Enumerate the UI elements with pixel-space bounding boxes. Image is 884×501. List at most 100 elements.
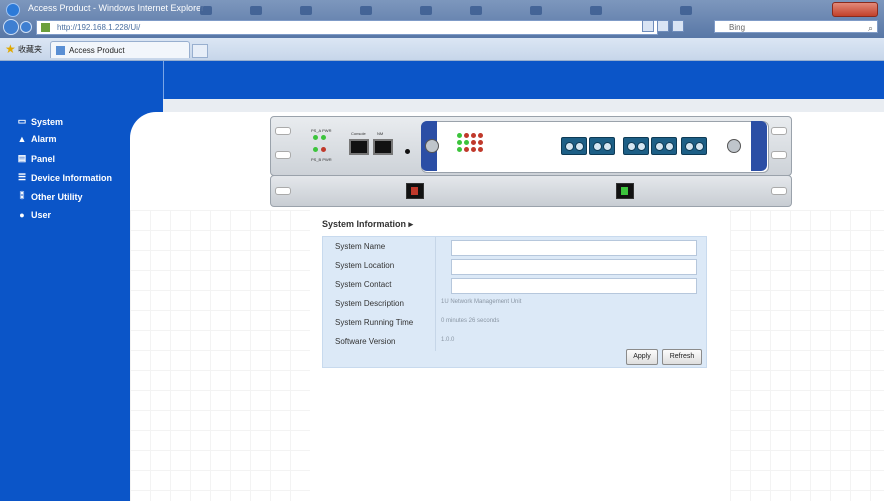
taskbar-icon: [420, 6, 432, 15]
device-front-panel[interactable]: PS_A PWR PS_B PWR Console NM: [270, 116, 792, 176]
field-label: System Description: [335, 299, 404, 308]
ie-logo-icon: [6, 3, 20, 17]
grid-background: [730, 210, 884, 501]
stop-icon[interactable]: [672, 20, 684, 32]
card-screw: [727, 139, 741, 153]
new-tab-button[interactable]: [192, 44, 208, 58]
forward-button[interactable]: [20, 21, 32, 33]
warning-icon: ▲: [17, 134, 27, 144]
card-screw: [425, 139, 439, 153]
device-power-panel[interactable]: [270, 175, 792, 207]
power-led: [321, 135, 326, 140]
software-version-value: 1.0.0: [441, 337, 455, 343]
fiber-port[interactable]: [623, 137, 649, 155]
favorites-star-icon[interactable]: ★: [5, 42, 16, 56]
favorites-label[interactable]: 收藏夹: [18, 44, 42, 55]
search-icon[interactable]: ⌕: [868, 22, 873, 35]
sidebar-item-device-information[interactable]: ☰ Device Information: [16, 172, 112, 183]
form-row: System Contact: [323, 275, 706, 294]
rack-ear: [771, 187, 787, 195]
field-label: System Running Time: [335, 318, 414, 327]
field-label: System Name: [335, 242, 386, 251]
power-led: [321, 147, 326, 152]
system-description-value: 1U Network Management Unit: [441, 299, 522, 305]
compatibility-icon[interactable]: [642, 20, 654, 32]
fiber-port[interactable]: [651, 137, 677, 155]
sidebar-item-system[interactable]: ▭ System: [16, 116, 63, 127]
nm-port[interactable]: [373, 139, 393, 155]
apply-button[interactable]: Apply: [626, 349, 658, 365]
address-tools: [642, 20, 710, 33]
taskbar-icon: [250, 6, 262, 15]
sidebar-item-alarm[interactable]: ▲ Alarm: [16, 134, 57, 144]
refresh-icon[interactable]: [657, 20, 669, 32]
sidebar-item-other-utility[interactable]: ⁑ Other Utility: [16, 191, 83, 202]
power-led: [313, 135, 318, 140]
sidebar-item-label: User: [31, 210, 52, 220]
form-row: System Location: [323, 256, 706, 275]
status-led: [478, 133, 483, 138]
sidebar-item-label: Other Utility: [31, 191, 83, 202]
sidebar-item-label: Device Information: [31, 172, 113, 183]
tab-favicon-icon: [56, 46, 65, 55]
close-window-button[interactable]: [832, 2, 878, 17]
power-supply-a[interactable]: [406, 183, 424, 199]
taskbar-icon: [360, 6, 372, 15]
window-title: Access Product - Windows Internet Explor…: [28, 3, 205, 13]
taskbar-icon: [530, 6, 542, 15]
system-location-input[interactable]: [451, 259, 697, 275]
power-led: [313, 147, 318, 152]
sidebar-item-panel[interactable]: ▤ Panel: [16, 153, 55, 164]
sidebar-item-label: System: [31, 116, 64, 127]
status-led: [457, 133, 462, 138]
tab-label: Access Product: [69, 46, 125, 55]
section-title: System Information ▸: [322, 219, 414, 229]
panel-icon: ▤: [17, 153, 27, 163]
field-label: System Location: [335, 261, 395, 270]
rack-ear: [275, 187, 291, 195]
taskbar-icon: [680, 6, 692, 15]
search-placeholder: Bing: [729, 23, 746, 32]
back-button[interactable]: [3, 19, 19, 35]
address-bar[interactable]: http://192.168.1.228/Ui/: [36, 20, 658, 35]
form-row: System Running Time 0 minutes 26 seconds: [323, 313, 706, 332]
status-led: [478, 140, 483, 145]
browser-title-bar: Access Product - Windows Internet Explor…: [0, 0, 884, 38]
console-port[interactable]: [349, 139, 369, 155]
fiber-port[interactable]: [561, 137, 587, 155]
fiber-port[interactable]: [589, 137, 615, 155]
form-row: System Description 1U Network Management…: [323, 294, 706, 313]
address-text: http://192.168.1.228/Ui/: [57, 23, 141, 32]
rack-ear: [275, 151, 291, 159]
running-time-value: 0 minutes 26 seconds: [441, 318, 500, 324]
browser-tab[interactable]: Access Product: [50, 41, 190, 58]
fiber-port[interactable]: [681, 137, 707, 155]
card-handle: [751, 121, 767, 171]
sidebar-item-user[interactable]: ● User: [16, 210, 51, 220]
reset-button[interactable]: [405, 149, 410, 154]
page-icon: [41, 23, 50, 32]
power-supply-b[interactable]: [616, 183, 634, 199]
refresh-button[interactable]: Refresh: [662, 349, 702, 365]
sidebar-item-label: Alarm: [31, 134, 57, 144]
status-led: [464, 140, 469, 145]
system-name-input[interactable]: [451, 240, 697, 256]
page-header: [0, 61, 884, 99]
search-input[interactable]: Bing ⌕: [714, 20, 878, 33]
monitor-icon: ▭: [17, 116, 27, 126]
rack-ear: [771, 151, 787, 159]
status-led: [464, 147, 469, 152]
led-label-psb: PS_B PWR: [311, 157, 332, 162]
system-contact-input[interactable]: [451, 278, 697, 294]
nm-port-label: NM: [377, 131, 384, 136]
taskbar-icon: [200, 6, 212, 15]
status-led: [471, 133, 476, 138]
status-led: [464, 133, 469, 138]
taskbar-icon: [470, 6, 482, 15]
form-row: System Name: [323, 237, 706, 256]
favorites-bar: ★ 收藏夹 Access Product: [0, 38, 884, 61]
taskbar-icon: [300, 6, 312, 15]
console-port-label: Console: [351, 131, 366, 136]
taskbar-icon: [590, 6, 602, 15]
field-label: Software Version: [335, 337, 396, 346]
